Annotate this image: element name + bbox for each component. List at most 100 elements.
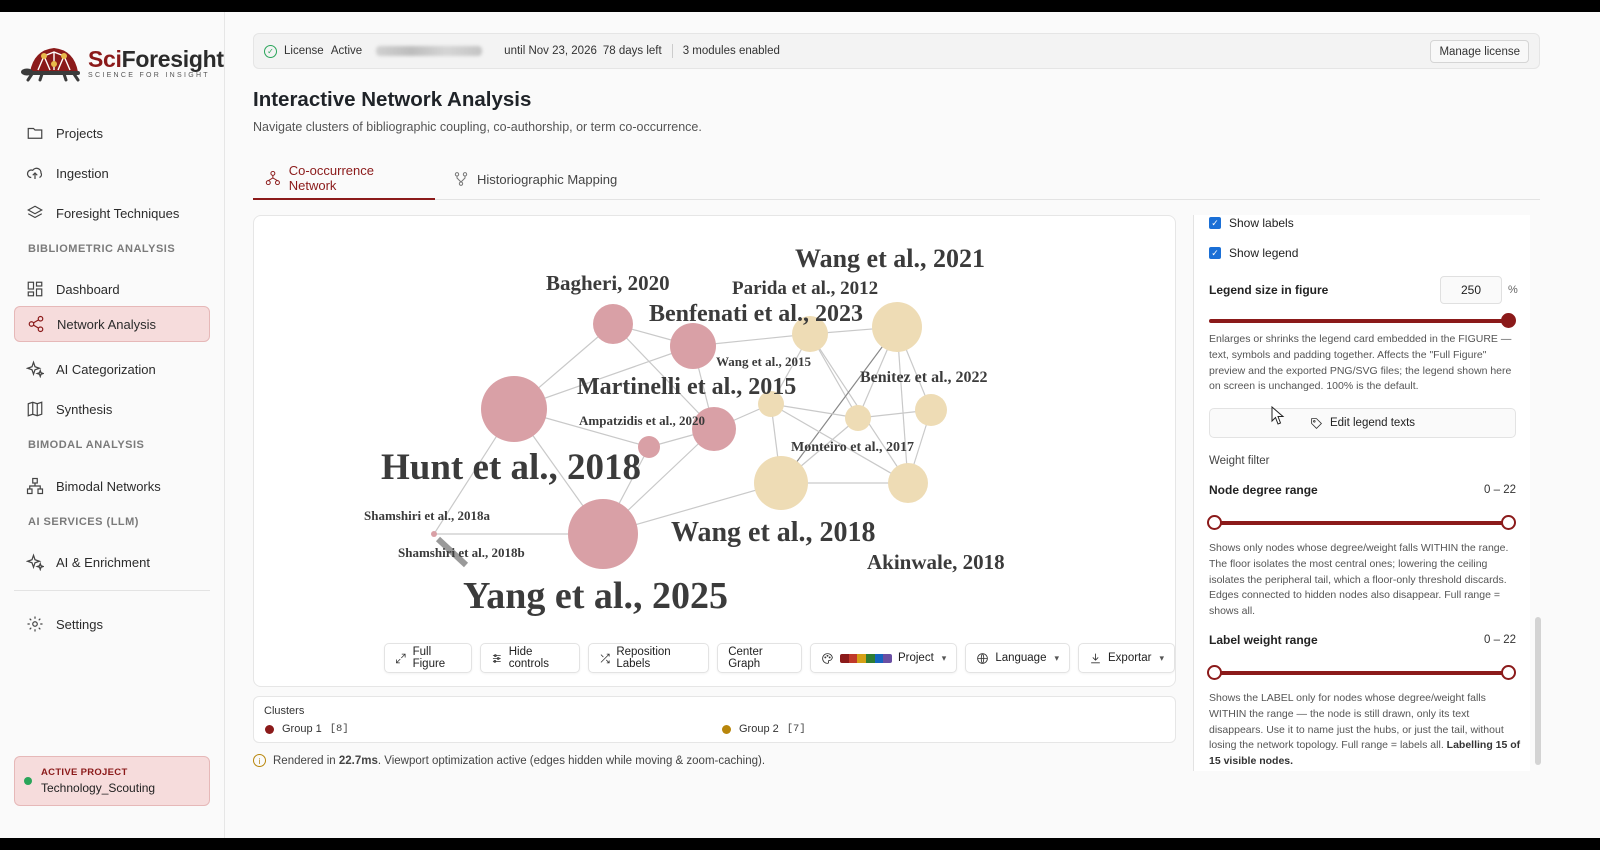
legend-size-unit: %	[1508, 284, 1518, 296]
sidebar: SciForesight SCIENCE FOR INSIGHT Project…	[0, 12, 225, 838]
show-legend-checkbox[interactable]: ✓ Show legend	[1209, 246, 1298, 260]
clusters-legend: Clusters Group 1 [8] Group 2 [7]	[253, 696, 1176, 743]
node-degree-slider[interactable]	[1207, 515, 1516, 530]
globe-icon	[977, 652, 989, 664]
active-project-card[interactable]: ACTIVE PROJECT Technology_Scouting	[14, 756, 210, 806]
shuffle-icon	[600, 653, 610, 663]
chevron-down-icon: ▾	[1054, 652, 1060, 663]
download-icon	[1091, 653, 1100, 663]
checkbox-checked-icon: ✓	[1209, 247, 1221, 259]
legend-size-slider[interactable]	[1209, 313, 1516, 328]
slider-handle-max[interactable]	[1501, 665, 1516, 680]
app-window: SciForesight SCIENCE FOR INSIGHT Project…	[0, 12, 1600, 838]
brand-tagline: SCIENCE FOR INSIGHT	[88, 71, 210, 79]
page-subtitle: Navigate clusters of bibliographic coupl…	[253, 120, 702, 134]
info-icon: i	[253, 754, 266, 767]
tab-historiographic-mapping[interactable]: Historiographic Mapping	[441, 158, 629, 200]
slider-handle-max[interactable]	[1501, 515, 1516, 530]
manage-license-button[interactable]: Manage license	[1430, 40, 1529, 63]
label-hunt-2018: Hunt et al., 2018	[381, 447, 641, 488]
settings-panel: ✓ Show labels ✓ Show legend Legend size …	[1193, 215, 1530, 771]
settings-scrollbar[interactable]	[1535, 617, 1541, 765]
sidebar-item-foresight-techniques[interactable]: Foresight Techniques	[14, 195, 210, 231]
label-bagheri-2020: Bagheri, 2020	[546, 271, 670, 295]
node-hunt-2018[interactable]	[481, 376, 547, 442]
checkbox-checked-icon: ✓	[1209, 217, 1221, 229]
legend-size-input[interactable]: 250	[1440, 276, 1502, 304]
turtle-logo-icon	[21, 48, 80, 82]
license-until: until Nov 23, 2026	[504, 45, 597, 57]
node-benitez-2022[interactable]	[915, 394, 947, 426]
node-degree-help: Shows only nodes whose degree/weight fal…	[1209, 542, 1509, 618]
book-icon	[27, 401, 43, 417]
cluster-item-group-1[interactable]: Group 1 [8]	[265, 723, 349, 735]
node-ampatzidis-2020[interactable]	[638, 436, 660, 458]
sidebar-item-synthesis[interactable]: Synthesis	[14, 391, 210, 427]
label-parida-2012: Parida et al., 2012	[732, 278, 878, 299]
node-yang-2025[interactable]	[568, 499, 638, 569]
network-graph[interactable]: Bagheri, 2020 Benfenati et al., 2023 Mar…	[254, 216, 1176, 687]
hide-controls-button[interactable]: Hide controls	[480, 643, 580, 673]
active-project-name: Technology_Scouting	[41, 781, 156, 795]
network-graph-panel[interactable]: Bagheri, 2020 Benfenati et al., 2023 Mar…	[253, 215, 1176, 687]
cloud-upload-icon	[26, 167, 43, 179]
sidebar-item-ai-enrichment[interactable]: AI & Enrichment	[14, 544, 210, 580]
status-dot	[24, 777, 32, 785]
node-degree-label: Node degree range	[1209, 483, 1318, 497]
label-shamshiri-2018b: Shamshiri et al., 2018b	[398, 545, 525, 560]
network-icon	[265, 170, 280, 186]
section-bimodal: BIMODAL ANALYSIS	[28, 439, 145, 451]
slider-handle-min[interactable]	[1207, 515, 1222, 530]
node-akinwale-2018[interactable]	[888, 463, 928, 503]
label-wang-2021: Wang et al., 2021	[795, 244, 985, 273]
section-bibliometric: BIBLIOMETRIC ANALYSIS	[28, 243, 176, 255]
page-title: Interactive Network Analysis	[253, 88, 532, 111]
grid-icon	[27, 281, 43, 297]
tab-co-occurrence-network[interactable]: Co-occurrence Network	[253, 158, 435, 200]
node-bagheri-2020[interactable]	[593, 304, 633, 344]
chevron-down-icon: ▾	[1159, 652, 1165, 663]
sidebar-item-ai-categorization[interactable]: AI Categorization	[14, 351, 210, 387]
palette-dropdown[interactable]: Project ▾	[809, 643, 958, 673]
sidebar-item-projects[interactable]: Projects	[14, 115, 210, 151]
node-wang-2021[interactable]	[872, 302, 922, 352]
brand-name: SciForesight	[88, 45, 224, 72]
label-weight-help: Shows the LABEL only for nodes whose deg…	[1209, 692, 1521, 768]
license-status: Active	[330, 45, 363, 57]
sidebar-item-settings[interactable]: Settings	[14, 606, 210, 642]
node-degree-value: 0 – 22	[1484, 484, 1516, 496]
show-labels-checkbox[interactable]: ✓ Show labels	[1209, 216, 1294, 230]
reposition-labels-button[interactable]: Reposition Labels	[587, 643, 710, 673]
full-figure-button[interactable]: Full Figure	[384, 643, 473, 673]
edge	[780, 326, 898, 484]
legend-size-label: Legend size in figure	[1209, 283, 1329, 297]
node-wang-2018[interactable]	[754, 456, 808, 510]
network-icon	[26, 477, 44, 495]
label-benitez-2022: Benitez et al., 2022	[860, 369, 988, 386]
sidebar-item-bimodal-networks[interactable]: Bimodal Networks	[14, 468, 210, 504]
legend-size-help: Enlarges or shrinks the legend card embe…	[1209, 333, 1512, 393]
node-benfenati-2023[interactable]	[670, 323, 716, 369]
slider-handle[interactable]	[1501, 313, 1516, 328]
center-graph-button[interactable]: Center Graph	[717, 643, 802, 673]
cluster-item-group-2[interactable]: Group 2 [7]	[722, 723, 806, 735]
slider-handle-min[interactable]	[1207, 665, 1222, 680]
label-ampatzidis-2020: Ampatzidis et al., 2020	[579, 413, 705, 428]
cluster-swatch	[722, 724, 731, 734]
git-branch-icon	[454, 172, 468, 186]
folder-icon	[27, 127, 43, 139]
sparkles-icon	[26, 360, 44, 378]
clusters-title: Clusters	[264, 705, 305, 717]
sidebar-item-ingestion[interactable]: Ingestion	[14, 155, 210, 191]
logo[interactable]: SciForesight SCIENCE FOR INSIGHT	[20, 42, 224, 82]
language-dropdown[interactable]: Language ▾	[965, 643, 1071, 673]
sidebar-item-dashboard[interactable]: Dashboard	[14, 271, 210, 307]
node-monteiro-2017[interactable]	[845, 405, 871, 431]
node-shamshiri-2018a[interactable]	[431, 531, 437, 537]
sidebar-item-network-analysis[interactable]: Network Analysis	[14, 306, 210, 342]
tab-bar: Co-occurrence Network Historiographic Ma…	[253, 158, 1540, 200]
graph-toolbar: Full Figure Hide controls Reposition Lab…	[384, 643, 1175, 673]
export-dropdown[interactable]: Exportar ▾	[1078, 643, 1175, 673]
label-weight-slider[interactable]	[1207, 665, 1516, 680]
edit-legend-texts-button[interactable]: Edit legend texts	[1209, 408, 1516, 438]
